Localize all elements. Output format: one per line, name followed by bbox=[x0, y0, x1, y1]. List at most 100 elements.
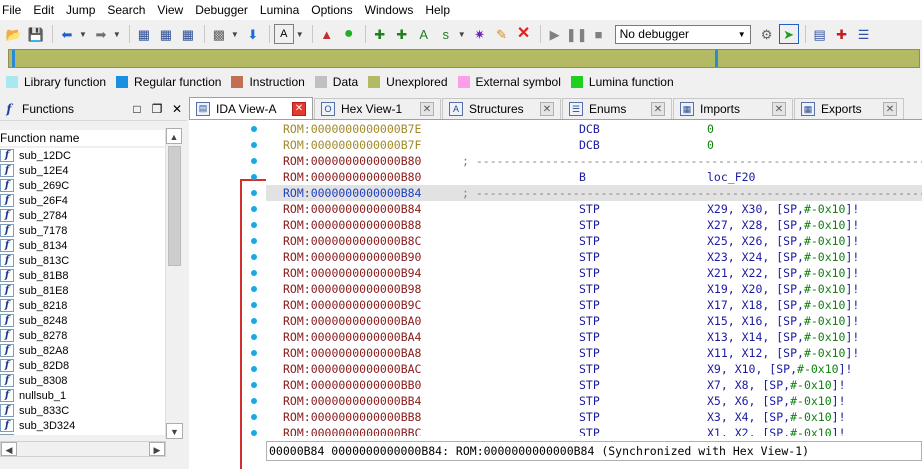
listing-line[interactable]: ROM:0000000000000B88 STP X27, X28, [SP,#-0… bbox=[266, 217, 922, 233]
listing-line[interactable]: ROM:0000000000000B7F DCB 0 bbox=[266, 137, 922, 153]
window-icon[interactable]: ▤ bbox=[810, 24, 830, 44]
menu-file[interactable]: File bbox=[0, 3, 29, 17]
function-list-item[interactable]: f sub_81E8 bbox=[0, 283, 165, 298]
listing-line[interactable]: ROM:0000000000000BB4 STP X5, X6, [SP,#-0x1… bbox=[266, 393, 922, 409]
tab-enums[interactable]: ☰ Enums ✕ bbox=[562, 98, 672, 119]
listing-line[interactable]: ROM:0000000000000B7E DCB 0 bbox=[266, 121, 922, 137]
function-list-item[interactable]: f sub_8248 bbox=[0, 313, 165, 328]
menu-view[interactable]: View bbox=[153, 3, 191, 17]
listing-line[interactable]: ROM:0000000000000BB8 STP X3, X4, [SP,#-0x1… bbox=[266, 409, 922, 425]
restore-icon[interactable]: ❐ bbox=[147, 102, 167, 116]
struct-icon[interactable]: s bbox=[436, 24, 456, 44]
scroll-up-icon[interactable]: ▲ bbox=[166, 128, 182, 144]
menu-jump[interactable]: Jump bbox=[62, 3, 103, 17]
function-list-item[interactable]: f sub_7178 bbox=[0, 223, 165, 238]
plugin-icon[interactable]: ✚ bbox=[832, 24, 852, 44]
forward-dropdown-icon[interactable]: ▼ bbox=[113, 30, 121, 39]
graph-dropdown-icon[interactable]: ▼ bbox=[231, 30, 239, 39]
text-format-icon[interactable]: A bbox=[273, 24, 294, 44]
function-list-item[interactable]: f sub_8218 bbox=[0, 298, 165, 313]
tab-imports[interactable]: ▦ Imports ✕ bbox=[673, 98, 793, 119]
listing-line[interactable]: ROM:0000000000000BA8 STP X11, X12, [SP,#-0… bbox=[266, 345, 922, 361]
text-search-icon[interactable]: ▦ bbox=[156, 24, 176, 44]
menu-help[interactable]: Help bbox=[421, 3, 458, 17]
attach-icon[interactable]: ⚙ bbox=[757, 24, 777, 44]
jump-down-icon[interactable]: ⬇ bbox=[243, 24, 263, 44]
navigation-band[interactable] bbox=[8, 49, 920, 68]
scroll-thumb[interactable] bbox=[168, 146, 181, 266]
menu-edit[interactable]: Edit bbox=[29, 3, 62, 17]
close-icon[interactable]: ✕ bbox=[167, 102, 187, 116]
listing-line[interactable]: ROM:0000000000000BA4 STP X13, X14, [SP,#-0… bbox=[266, 329, 922, 345]
tab-close-icon[interactable]: ✕ bbox=[420, 102, 434, 116]
listing-line[interactable]: ROM:0000000000000B9C STP X17, X18, [SP,#-0… bbox=[266, 297, 922, 313]
menu-windows[interactable]: Windows bbox=[361, 3, 422, 17]
scroll-left-icon[interactable]: ◀ bbox=[1, 442, 17, 456]
listing-line[interactable]: ROM:0000000000000BA0 STP X15, X16, [SP,#-0… bbox=[266, 313, 922, 329]
listing-line[interactable]: ROM:0000000000000BAC STP X9, X10, [SP,#-0x… bbox=[266, 361, 922, 377]
scroll-right-icon[interactable]: ▶ bbox=[149, 442, 165, 456]
back-arrow-icon[interactable]: ⬅ bbox=[57, 24, 77, 44]
tab-structures[interactable]: A Structures ✕ bbox=[442, 98, 561, 119]
disassembly-listing[interactable]: ROM:0000000000000B7E DCB 0 ROM:000000000000… bbox=[266, 120, 922, 436]
green-circle-icon[interactable]: ● bbox=[339, 24, 359, 44]
tab-close-icon[interactable]: ✕ bbox=[540, 102, 554, 116]
tab-hex-view-1[interactable]: O Hex View-1 ✕ bbox=[314, 98, 441, 119]
listing-line[interactable]: ROM:0000000000000BB0 STP X7, X8, [SP,#-0x1… bbox=[266, 377, 922, 393]
string-icon[interactable]: A bbox=[414, 24, 434, 44]
menu-search[interactable]: Search bbox=[103, 3, 153, 17]
function-list-item[interactable]: f sub_26F4 bbox=[0, 193, 165, 208]
immediate-search-icon[interactable]: ▦ bbox=[178, 24, 198, 44]
format-dropdown-icon[interactable]: ▼ bbox=[296, 30, 304, 39]
delete-icon[interactable]: ✕ bbox=[514, 24, 534, 44]
listing-line[interactable]: ROM:0000000000000BBC STP X1, X2, [SP,#-0x1… bbox=[266, 425, 922, 436]
function-list-item[interactable]: f sub_3D324 bbox=[0, 418, 165, 433]
function-list-item[interactable]: f sub_81B8 bbox=[0, 268, 165, 283]
function-list-item[interactable]: f sub_8134 bbox=[0, 238, 165, 253]
menu-debugger[interactable]: Debugger bbox=[191, 3, 256, 17]
scroll-down-icon[interactable]: ▼ bbox=[166, 423, 183, 439]
function-list-item[interactable]: f nullsub_1 bbox=[0, 388, 165, 403]
function-list-item[interactable]: f sub_8308 bbox=[0, 373, 165, 388]
tab-close-icon[interactable]: ✕ bbox=[651, 102, 665, 116]
menu-lumina[interactable]: Lumina bbox=[256, 3, 307, 17]
run-icon[interactable]: ➤ bbox=[778, 24, 799, 44]
open-folder-icon[interactable]: 📂 bbox=[4, 24, 24, 44]
menu-options[interactable]: Options bbox=[307, 3, 360, 17]
tab-close-icon[interactable]: ✕ bbox=[772, 102, 786, 116]
image-icon[interactable]: ▲ bbox=[317, 24, 337, 44]
pause-icon[interactable]: ❚❚ bbox=[566, 24, 588, 44]
functions-vertical-scrollbar[interactable]: ▲ ▼ bbox=[165, 128, 183, 439]
stop-icon[interactable]: ■ bbox=[589, 24, 609, 44]
tab-close-icon[interactable]: ✕ bbox=[883, 102, 897, 116]
save-icon[interactable]: 💾 bbox=[26, 24, 46, 44]
function-list-item[interactable]: f sub_12E4 bbox=[0, 163, 165, 178]
graph-icon[interactable]: ▩ bbox=[209, 24, 229, 44]
function-list-item[interactable]: f sub_3D4AC bbox=[0, 433, 165, 435]
tab-close-icon[interactable]: ✕ bbox=[292, 101, 306, 116]
listing-line[interactable]: ROM:0000000000000B98 STP X19, X20, [SP,#-0… bbox=[266, 281, 922, 297]
debugger-select[interactable]: No debugger ▼ bbox=[614, 24, 751, 44]
forward-arrow-icon[interactable]: ➡ bbox=[91, 24, 111, 44]
tab-ida-view-a[interactable]: ▤ IDA View-A ✕ bbox=[189, 97, 313, 119]
function-list-item[interactable]: f sub_813C bbox=[0, 253, 165, 268]
play-icon[interactable]: ▶ bbox=[545, 24, 565, 44]
listing-line[interactable]: ROM:0000000000000B84 ; ------------------… bbox=[266, 185, 922, 201]
pencil-icon[interactable]: ✎ bbox=[492, 24, 512, 44]
function-list-item[interactable]: f sub_82A8 bbox=[0, 343, 165, 358]
listing-line[interactable]: ROM:0000000000000B90 STP X23, X24, [SP,#-0… bbox=[266, 249, 922, 265]
listing-line[interactable]: ROM:0000000000000B80 Bloc_F20 bbox=[266, 169, 922, 185]
functions-horizontal-scrollbar[interactable]: ◀ ▶ bbox=[0, 441, 166, 457]
binary-search-icon[interactable]: ▦ bbox=[134, 24, 154, 44]
listing-line[interactable]: ROM:0000000000000B94 STP X21, X22, [SP,#-0… bbox=[266, 265, 922, 281]
code-icon[interactable]: ✚ bbox=[370, 24, 390, 44]
function-list-item[interactable]: f sub_12DC bbox=[0, 148, 165, 163]
tab-exports[interactable]: ▦ Exports ✕ bbox=[794, 98, 904, 119]
star-icon[interactable]: ✷ bbox=[470, 24, 490, 44]
ida-view[interactable]: ROM:0000000000000B7E DCB 0 ROM:000000000000… bbox=[189, 119, 922, 469]
function-name-column-header[interactable]: Function name bbox=[0, 130, 165, 146]
back-dropdown-icon[interactable]: ▼ bbox=[79, 30, 87, 39]
function-list-item[interactable]: f sub_82D8 bbox=[0, 358, 165, 373]
listing-line[interactable]: ROM:0000000000000B80 ; ------------------… bbox=[266, 153, 922, 169]
function-list-item[interactable]: f sub_8278 bbox=[0, 328, 165, 343]
